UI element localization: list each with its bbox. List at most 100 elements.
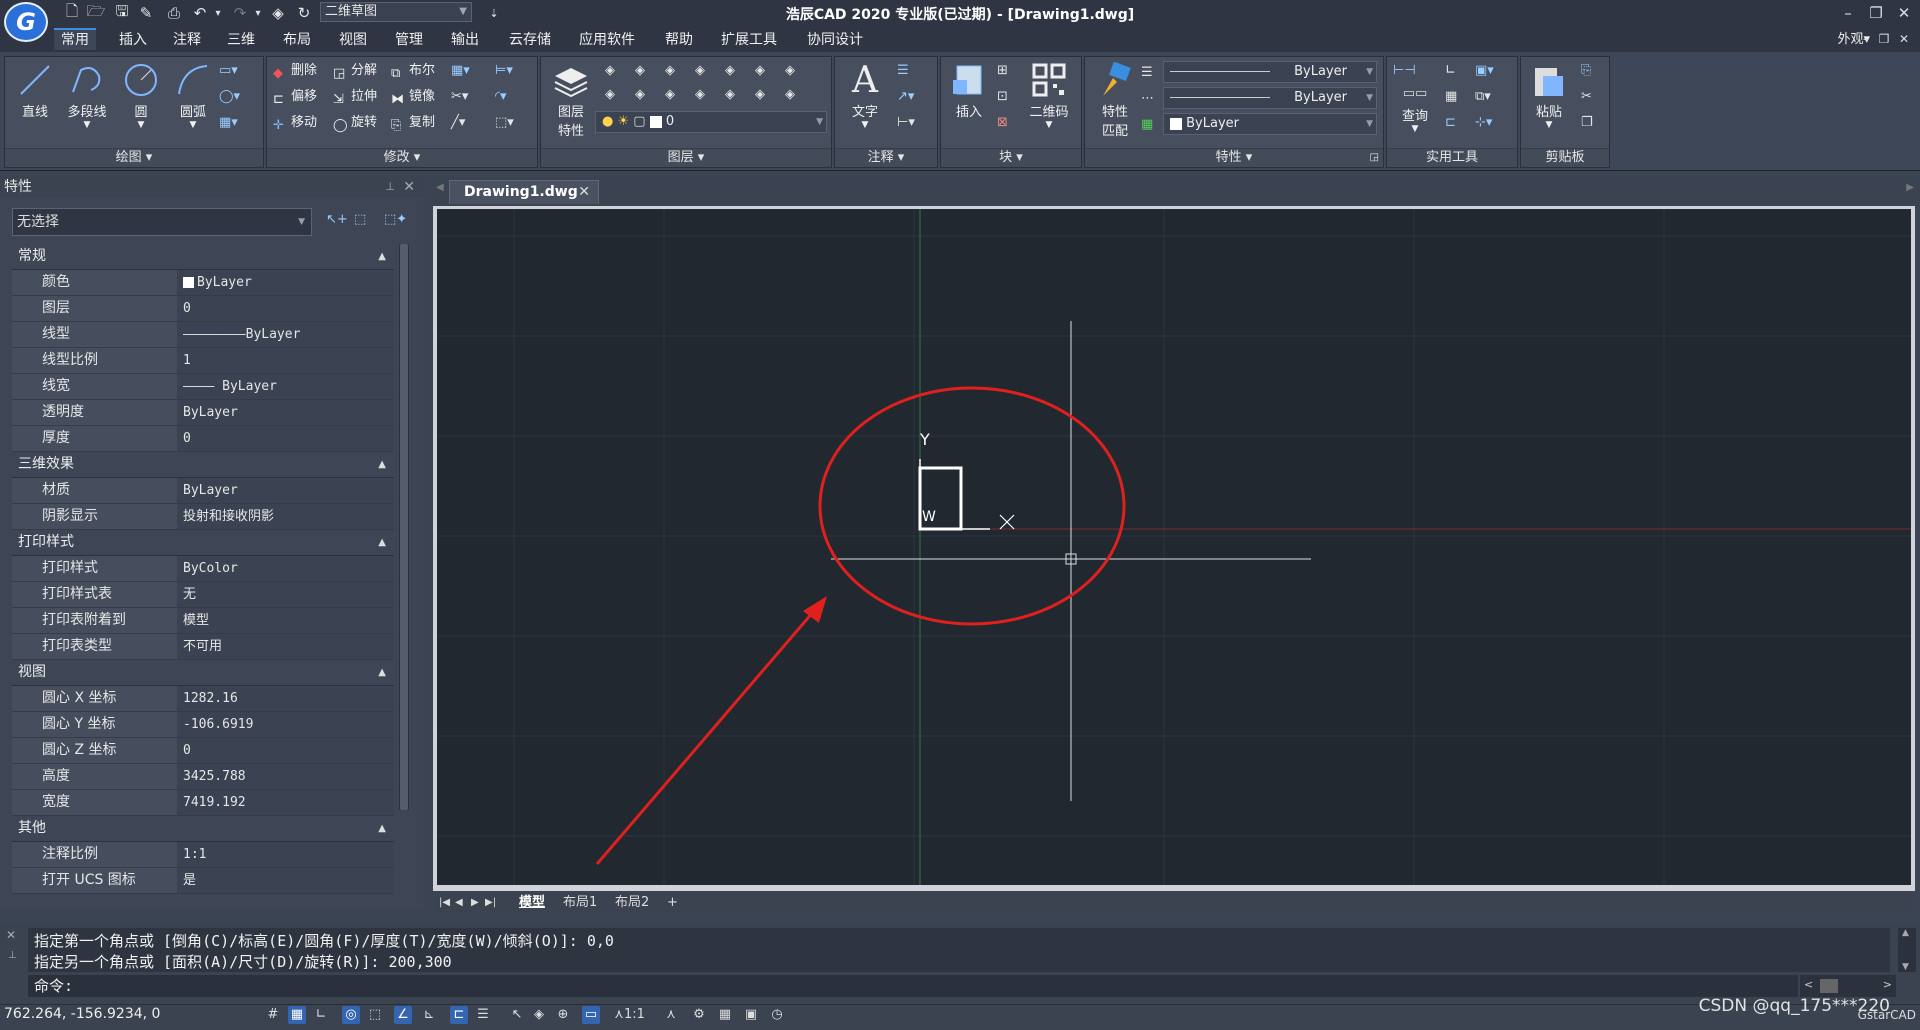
viewport-icon[interactable]: ▭ [582,1006,600,1024]
tab-help[interactable]: 帮助 [658,30,700,50]
tab-view[interactable]: 视图 [332,30,374,50]
polyline-button[interactable]: 多段线 ▼ [61,61,113,130]
calculator-icon[interactable]: ▦ [1445,89,1463,105]
array-icon[interactable]: ▦▾ [451,63,470,79]
object-snap-icon[interactable]: ⬚ [366,1006,384,1024]
layer-walk-icon[interactable]: ◈ [755,87,773,103]
property-value[interactable]: 是 [177,868,394,893]
hatch-icon[interactable]: ▦▾ [219,115,238,131]
property-row[interactable]: 阴影显示 投射和接收阴影 [12,504,394,530]
scale-icon[interactable]: ╱▾ [451,115,469,131]
cut-icon[interactable]: ✂ [1581,89,1599,105]
dynamic-input-icon[interactable]: ⊏ [450,1006,468,1024]
property-row[interactable]: 图层 0 [12,296,394,322]
explode-button[interactable]: ◲ 分解 [333,61,377,81]
scroll-up-icon[interactable]: ▲ [1902,928,1909,938]
group-icon[interactable]: ⧉▾ [1475,89,1493,105]
tab-cloud[interactable]: 云存储 [502,30,558,50]
grid-display-icon[interactable]: # [264,1006,282,1024]
tab-scroll-right-icon[interactable]: ▶ [1906,182,1914,193]
line-button[interactable]: 直线 [9,61,61,120]
property-value[interactable]: 0 [177,738,394,763]
layer-thaw-icon[interactable]: ◈ [695,87,713,103]
selection-dropdown[interactable]: 无选择 ▼ [12,208,312,236]
new-file-icon[interactable]: 🗋 [62,2,82,23]
property-value[interactable]: 1:1 [177,842,394,867]
object-track-icon[interactable]: ∠ [394,1006,412,1024]
tab-output[interactable]: 输出 [444,30,486,50]
property-row[interactable]: 圆心 Y 坐标 -106.6919 [12,712,394,738]
property-value[interactable]: 1 [177,348,394,373]
collapse-icon[interactable]: ▲ [378,452,386,477]
property-value[interactable]: ByColor [177,556,394,581]
query-button[interactable]: ▭▭ 查询 ▼ [1389,83,1441,135]
property-value[interactable]: ByLayer [177,270,394,295]
select-similar-icon[interactable]: ▣▾ [1475,63,1494,79]
tab-manage[interactable]: 管理 [388,30,430,50]
measure-icon[interactable]: ⊢⊣ [1393,63,1433,79]
layout-tab-2[interactable]: 布局2 [615,893,649,913]
property-row[interactable]: 打开 UCS 图标是 [12,868,394,894]
collapse-icon[interactable]: ▲ [378,244,386,269]
layer-unisolate-icon[interactable]: ◈ [635,87,653,103]
property-row[interactable]: 厚度 0 [12,426,394,452]
workspace-icon[interactable]: ⚙ [690,1006,708,1024]
next-layout-icon[interactable]: ▶ [471,893,479,913]
tab-collaboration[interactable]: 协同设计 [800,30,870,50]
command-history-scrollbar[interactable]: ▲ ▼ [1898,928,1916,972]
collapse-icon[interactable]: ▲ [378,660,386,685]
property-section[interactable]: 其他 ▲ [12,816,394,842]
print-icon[interactable]: ⎙ [164,3,184,23]
property-value[interactable]: 投射和接收阴影 [177,504,394,529]
layer-lock-icon[interactable]: ◈ [725,63,743,79]
command-hscrollbar[interactable]: < > [1800,975,1896,997]
property-row[interactable]: 线宽 ———— ByLayer [12,374,394,400]
property-section[interactable]: 打印样式 ▲ [12,530,394,556]
add-layout-button[interactable]: + [667,893,678,913]
close-icon[interactable]: ✕ [1890,2,1918,24]
leader-icon[interactable]: ↗▾ [897,89,915,105]
panel-draw-title[interactable]: 绘图 ▾ [5,148,263,167]
property-row[interactable]: 材质 ByLayer [12,478,394,504]
save-as-icon[interactable]: ✎ [136,3,156,23]
panel-utilities-title[interactable]: 实用工具 [1387,148,1517,167]
property-value[interactable]: ————————ByLayer [177,322,394,347]
panel-annotation-title[interactable]: 注释 ▾ [835,148,937,167]
paste-button[interactable]: 粘贴 ▼ [1523,61,1575,130]
property-row[interactable]: 圆心 X 坐标 1282.16 [12,686,394,712]
offset-button[interactable]: ⊏ 偏移 [273,87,317,107]
coordinates-readout[interactable]: 762.264, -156.9234, 0 [4,1006,160,1022]
scrollbar-thumb[interactable] [1820,979,1838,993]
dialog-launcher-icon[interactable]: ◲ [1370,149,1379,166]
layer-select[interactable]: ● ☀ ▢ 0 ▼ [595,111,827,133]
lineweight-select[interactable]: ByLayer ▼ [1163,87,1377,109]
property-value[interactable]: 模型 [177,608,394,633]
trim-icon[interactable]: ✂▾ [451,89,469,105]
panel-clipboard-title[interactable]: 剪贴板 [1521,148,1609,167]
select-objects-icon[interactable]: ⬚ [354,212,374,232]
copy-clip-icon[interactable]: ⎘ [1581,63,1599,79]
copy-button[interactable]: ⎘ 复制 [391,113,435,133]
first-layout-icon[interactable]: |◀ [439,893,450,913]
property-row[interactable]: 打印表类型 不可用 [12,634,394,660]
property-row[interactable]: 注释比例 1:1 [12,842,394,868]
dynamic-ucs-icon[interactable]: ⊾ [420,1006,438,1024]
property-row[interactable]: 打印样式表无 [12,582,394,608]
redo-icon[interactable]: ↷ [230,3,250,23]
panel-layer-title[interactable]: 图层 ▾ [541,148,831,167]
layer-properties-button[interactable]: 图层 特性 [545,61,597,139]
pin-icon[interactable]: ⊥ [385,176,395,198]
block-define-icon[interactable]: ⊞ [997,63,1015,79]
property-row[interactable]: 高度 3425.788 [12,764,394,790]
drawing-canvas[interactable]: Y W [437,209,1911,885]
ribbon-close-icon[interactable]: ✕ [1890,30,1918,48]
property-value[interactable]: ByLayer [177,400,394,425]
rotate-button[interactable]: ◯ 旋转 [333,113,377,133]
lineweight-toggle-icon[interactable]: ☰ [474,1006,492,1024]
color-select[interactable]: ByLayer ▼ [1163,113,1377,135]
toggle-pickadd-icon[interactable]: ↖+ [326,212,348,232]
layer-match-icon[interactable]: ◈ [755,63,773,79]
customize-toolbar-icon[interactable]: ⇣ [484,3,504,23]
annotation-scale[interactable]: 1:1 [624,1006,645,1024]
tab-layout[interactable]: 布局 [276,30,318,50]
